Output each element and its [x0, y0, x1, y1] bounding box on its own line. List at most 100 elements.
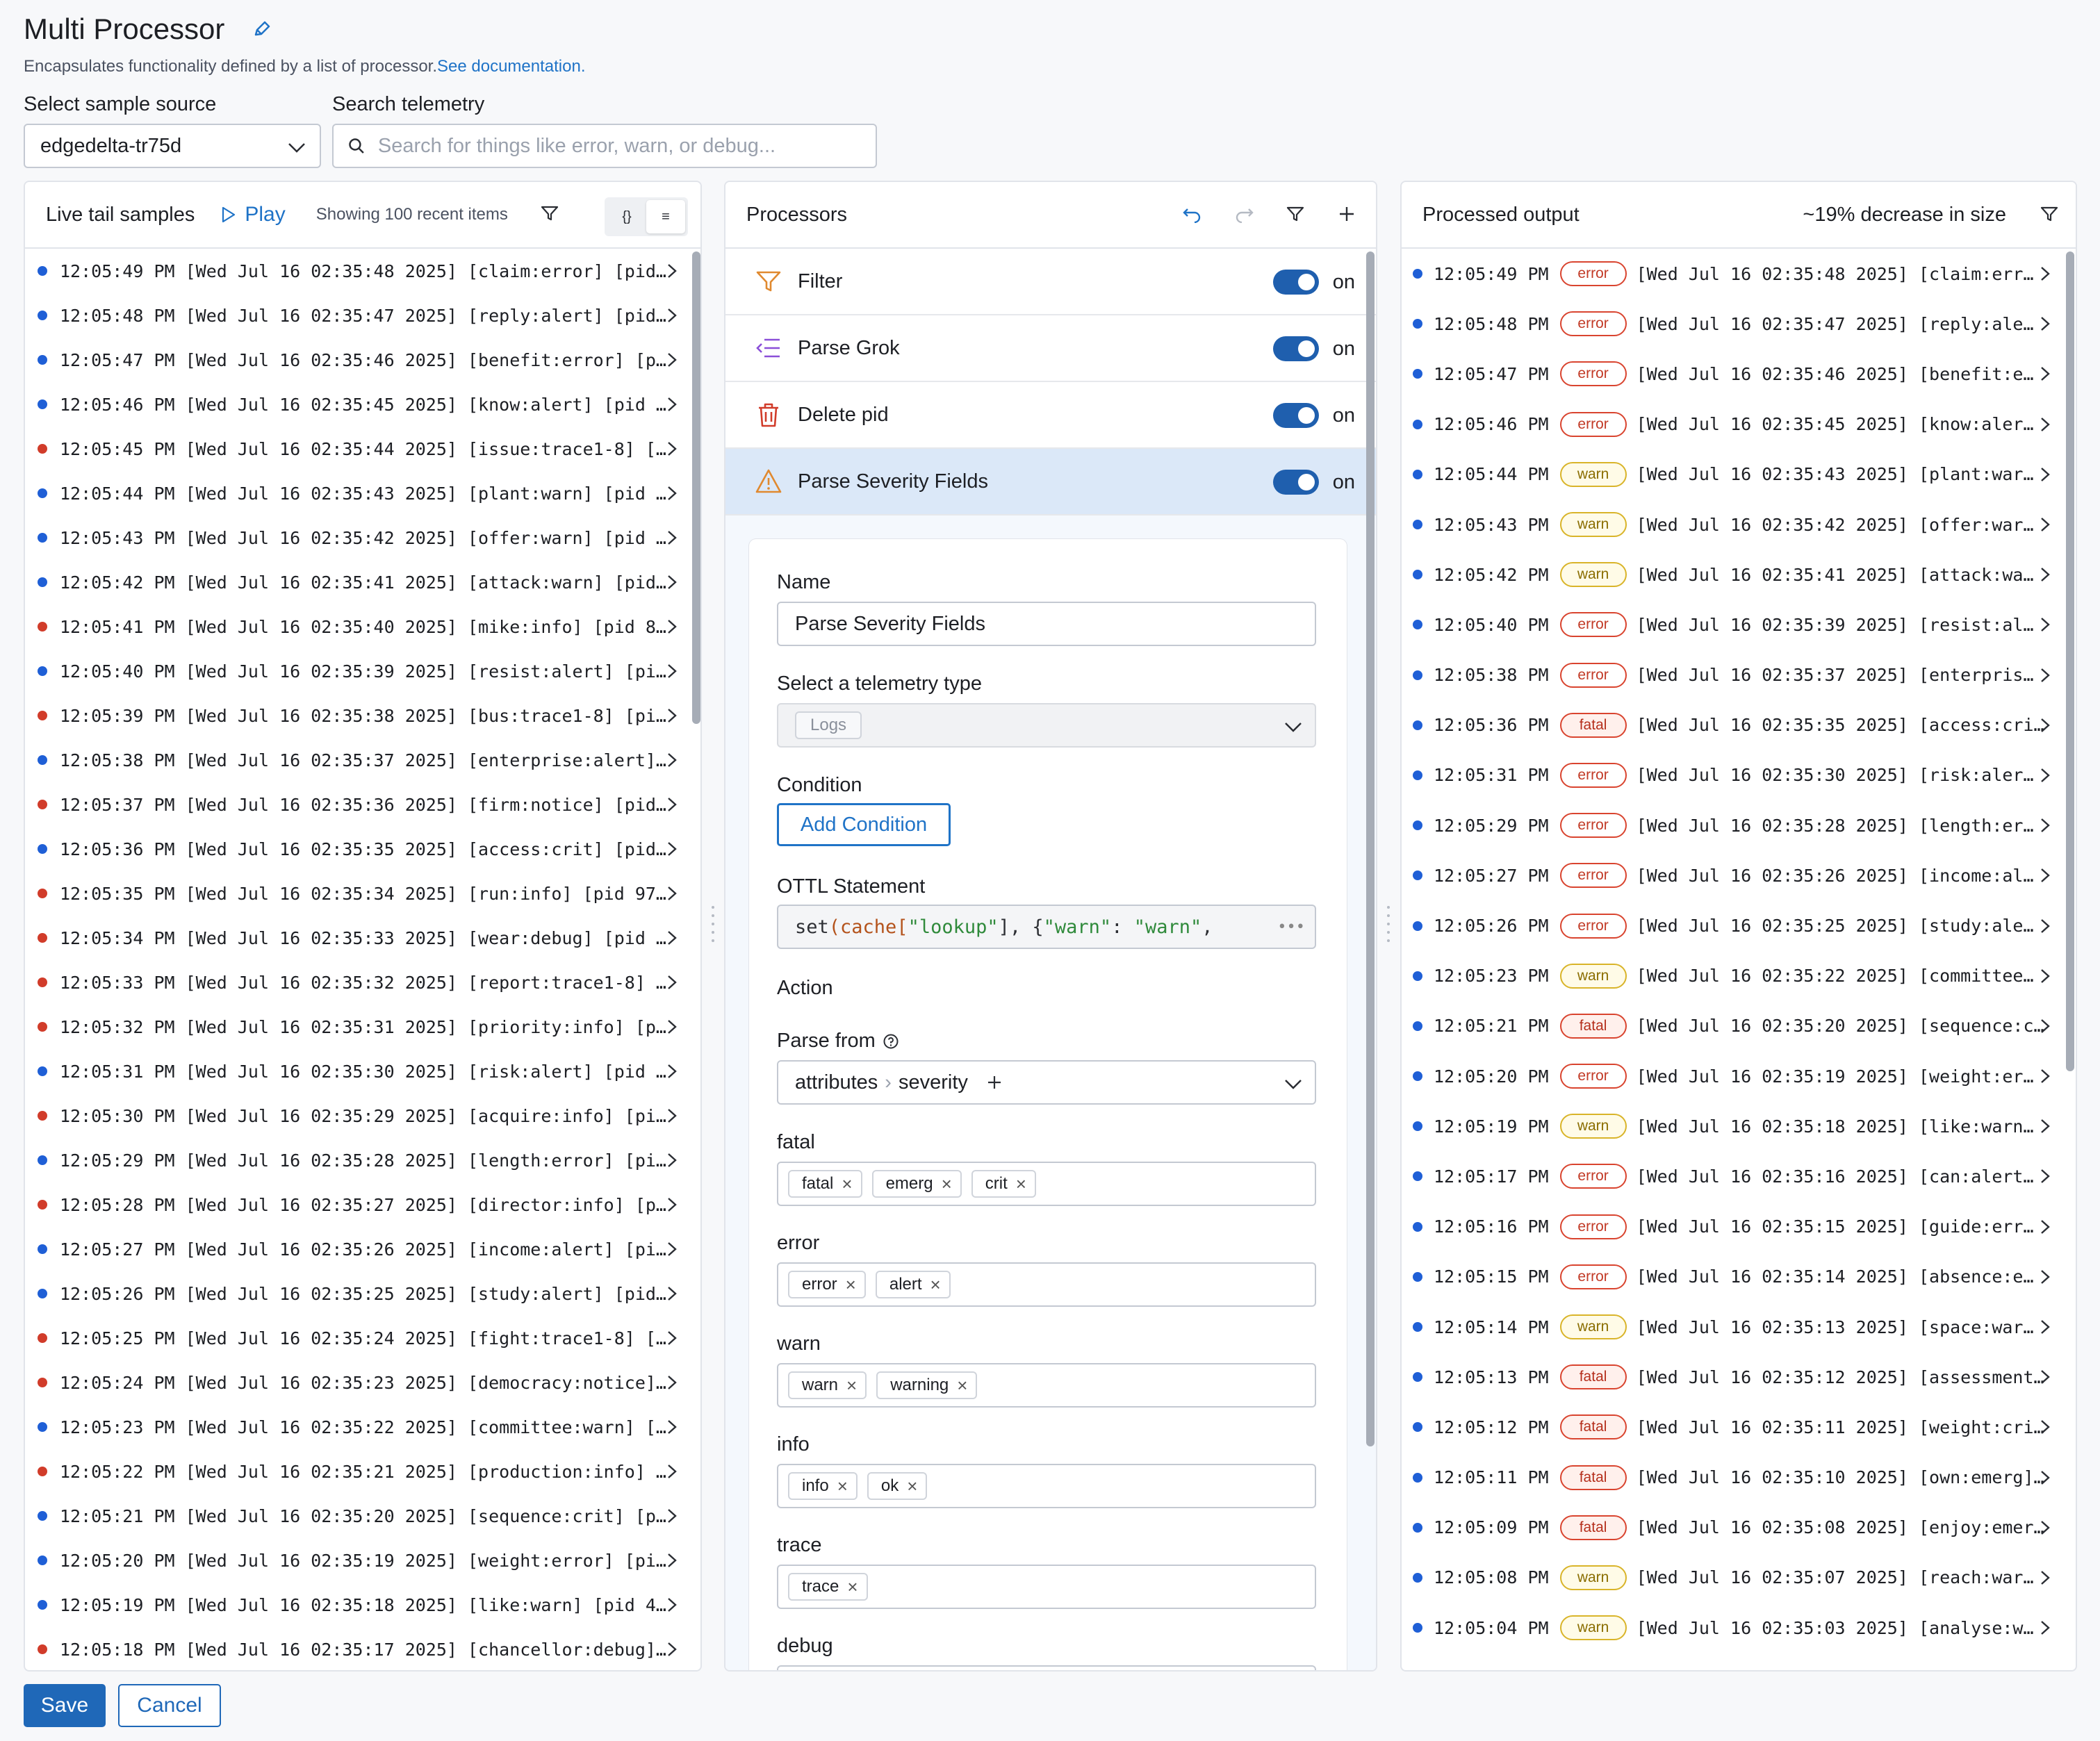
log-row[interactable]: 12:05:18 PM [Wed Jul 16 02:35:17 2025] [… [25, 1627, 700, 1670]
chevron-right-icon[interactable] [2037, 716, 2053, 734]
chevron-right-icon[interactable] [2037, 967, 2053, 985]
chevron-right-icon[interactable] [2037, 666, 2053, 684]
severity-tags-input[interactable]: info × ok × [777, 1464, 1316, 1508]
chevron-right-icon[interactable] [664, 1196, 680, 1214]
output-row[interactable]: 12:05:42 PM warn [Wed Jul 16 02:35:41 2025… [1402, 550, 2076, 600]
chevron-right-icon[interactable] [664, 1329, 680, 1347]
output-row[interactable]: 12:05:19 PM warn [Wed Jul 16 02:35:18 2025… [1402, 1101, 2076, 1151]
chevron-right-icon[interactable] [664, 1462, 680, 1480]
sample-source-select[interactable]: edgedelta-tr75d [24, 124, 321, 168]
chevron-right-icon[interactable] [664, 662, 680, 680]
chevron-right-icon[interactable] [664, 1418, 680, 1436]
log-row[interactable]: 12:05:33 PM [Wed Jul 16 02:35:32 2025] [… [25, 960, 700, 1005]
chevron-right-icon[interactable] [664, 306, 680, 324]
resize-handle[interactable] [1386, 903, 1391, 945]
output-row[interactable]: 12:05:46 PM error [Wed Jul 16 02:35:45 202… [1402, 399, 2076, 449]
chevron-right-icon[interactable] [2037, 1017, 2053, 1035]
log-row[interactable]: 12:05:45 PM [Wed Jul 16 02:35:44 2025] [… [25, 427, 700, 471]
chevron-right-icon[interactable] [664, 929, 680, 947]
chevron-right-icon[interactable] [664, 795, 680, 814]
text-view-icon[interactable]: ≡ [646, 200, 685, 233]
remove-tag-icon[interactable]: × [907, 1476, 917, 1497]
chevron-right-icon[interactable] [664, 1373, 680, 1392]
severity-tags-input[interactable]: error × alert × [777, 1262, 1316, 1307]
processor-toggle[interactable] [1273, 336, 1319, 361]
processor-toggle[interactable] [1273, 270, 1319, 295]
output-row[interactable]: 12:05:13 PM fatal [Wed Jul 16 02:35:12 202… [1402, 1352, 2076, 1402]
chevron-right-icon[interactable] [2037, 866, 2053, 884]
chevron-right-icon[interactable] [664, 1285, 680, 1303]
telemetry-type-select[interactable]: Logs [777, 703, 1316, 748]
scrollbar[interactable] [1366, 251, 1375, 1446]
chevron-right-icon[interactable] [2037, 566, 2053, 584]
chevron-right-icon[interactable] [2037, 1418, 2053, 1436]
chevron-right-icon[interactable] [664, 884, 680, 902]
chevron-right-icon[interactable] [2037, 1268, 2053, 1286]
log-row[interactable]: 12:05:32 PM [Wed Jul 16 02:35:31 2025] [… [25, 1005, 700, 1049]
log-row[interactable]: 12:05:40 PM [Wed Jul 16 02:35:39 2025] [… [25, 649, 700, 693]
chevron-right-icon[interactable] [2037, 917, 2053, 935]
name-input[interactable]: Parse Severity Fields [777, 602, 1316, 646]
chevron-right-icon[interactable] [2037, 1117, 2053, 1135]
output-row[interactable]: 12:05:36 PM fatal [Wed Jul 16 02:35:35 202… [1402, 700, 2076, 750]
chevron-right-icon[interactable] [2037, 365, 2053, 383]
chevron-right-icon[interactable] [2037, 1167, 2053, 1185]
chevron-right-icon[interactable] [664, 1551, 680, 1569]
log-row[interactable]: 12:05:25 PM [Wed Jul 16 02:35:24 2025] [… [25, 1316, 700, 1360]
chevron-right-icon[interactable] [2037, 1218, 2053, 1236]
ottl-statement-input[interactable]: set(cache["lookup"], {"warn": "warn", ••… [777, 905, 1316, 949]
log-row[interactable]: 12:05:37 PM [Wed Jul 16 02:35:36 2025] [… [25, 782, 700, 827]
chevron-right-icon[interactable] [664, 529, 680, 547]
remove-tag-icon[interactable]: × [942, 1173, 952, 1195]
log-row[interactable]: 12:05:26 PM [Wed Jul 16 02:35:25 2025] [… [25, 1271, 700, 1316]
parse-from-select[interactable]: attributes › severity [777, 1060, 1316, 1105]
log-row[interactable]: 12:05:41 PM [Wed Jul 16 02:35:40 2025] [… [25, 604, 700, 649]
output-row[interactable]: 12:05:08 PM warn [Wed Jul 16 02:35:07 2025… [1402, 1553, 2076, 1603]
chevron-right-icon[interactable] [2037, 1469, 2053, 1487]
output-row[interactable]: 12:05:04 PM warn [Wed Jul 16 02:35:03 2025… [1402, 1603, 2076, 1653]
output-row[interactable]: 12:05:48 PM error [Wed Jul 16 02:35:47 202… [1402, 299, 2076, 349]
chevron-right-icon[interactable] [2037, 1519, 2053, 1537]
log-row[interactable]: 12:05:38 PM [Wed Jul 16 02:35:37 2025] [… [25, 738, 700, 782]
output-row[interactable]: 12:05:43 PM warn [Wed Jul 16 02:35:42 2025… [1402, 500, 2076, 550]
output-row[interactable]: 12:05:17 PM error [Wed Jul 16 02:35:16 202… [1402, 1151, 2076, 1201]
redo-icon[interactable] [1229, 199, 1259, 229]
chevron-right-icon[interactable] [664, 351, 680, 369]
remove-tag-icon[interactable]: × [957, 1375, 967, 1396]
chevron-right-icon[interactable] [664, 1062, 680, 1080]
undo-icon[interactable] [1177, 199, 1208, 229]
chevron-right-icon[interactable] [664, 1151, 680, 1169]
filter-icon[interactable] [540, 204, 559, 226]
output-row[interactable]: 12:05:12 PM fatal [Wed Jul 16 02:35:11 202… [1402, 1402, 2076, 1452]
log-row[interactable]: 12:05:30 PM [Wed Jul 16 02:35:29 2025] [… [25, 1094, 700, 1138]
severity-tags-input[interactable]: fatal × emerg × crit × [777, 1162, 1316, 1206]
remove-tag-icon[interactable]: × [846, 1375, 857, 1396]
output-row[interactable]: 12:05:27 PM error [Wed Jul 16 02:35:26 202… [1402, 850, 2076, 900]
remove-tag-icon[interactable]: × [930, 1274, 941, 1296]
log-row[interactable]: 12:05:20 PM [Wed Jul 16 02:35:19 2025] [… [25, 1538, 700, 1583]
output-row[interactable]: 12:05:09 PM fatal [Wed Jul 16 02:35:08 202… [1402, 1503, 2076, 1553]
chevron-right-icon[interactable] [2037, 1619, 2053, 1637]
processor-item[interactable]: Delete pid on [725, 382, 1376, 449]
output-row[interactable]: 12:05:38 PM error [Wed Jul 16 02:35:37 202… [1402, 650, 2076, 700]
chevron-right-icon[interactable] [2037, 465, 2053, 484]
chevron-right-icon[interactable] [664, 1507, 680, 1525]
chevron-right-icon[interactable] [664, 1018, 680, 1036]
log-row[interactable]: 12:05:21 PM [Wed Jul 16 02:35:20 2025] [… [25, 1494, 700, 1538]
log-row[interactable]: 12:05:46 PM [Wed Jul 16 02:35:45 2025] [… [25, 382, 700, 427]
remove-tag-icon[interactable]: × [847, 1576, 858, 1598]
output-row[interactable]: 12:05:23 PM warn [Wed Jul 16 02:35:22 2025… [1402, 951, 2076, 1001]
log-row[interactable]: 12:05:22 PM [Wed Jul 16 02:35:21 2025] [… [25, 1449, 700, 1494]
processor-item[interactable]: Parse Severity Fields on [725, 449, 1376, 515]
chevron-right-icon[interactable] [2037, 766, 2053, 784]
remove-tag-icon[interactable]: × [846, 1274, 856, 1296]
output-row[interactable]: 12:05:44 PM warn [Wed Jul 16 02:35:43 2025… [1402, 449, 2076, 500]
chevron-right-icon[interactable] [664, 1107, 680, 1125]
search-input[interactable] [377, 134, 862, 158]
log-row[interactable]: 12:05:31 PM [Wed Jul 16 02:35:30 2025] [… [25, 1049, 700, 1094]
processor-toggle[interactable] [1273, 403, 1319, 428]
filter-icon[interactable] [2040, 204, 2059, 227]
chevron-right-icon[interactable] [2037, 415, 2053, 434]
chevron-right-icon[interactable] [664, 840, 680, 858]
log-row[interactable]: 12:05:42 PM [Wed Jul 16 02:35:41 2025] [… [25, 560, 700, 604]
